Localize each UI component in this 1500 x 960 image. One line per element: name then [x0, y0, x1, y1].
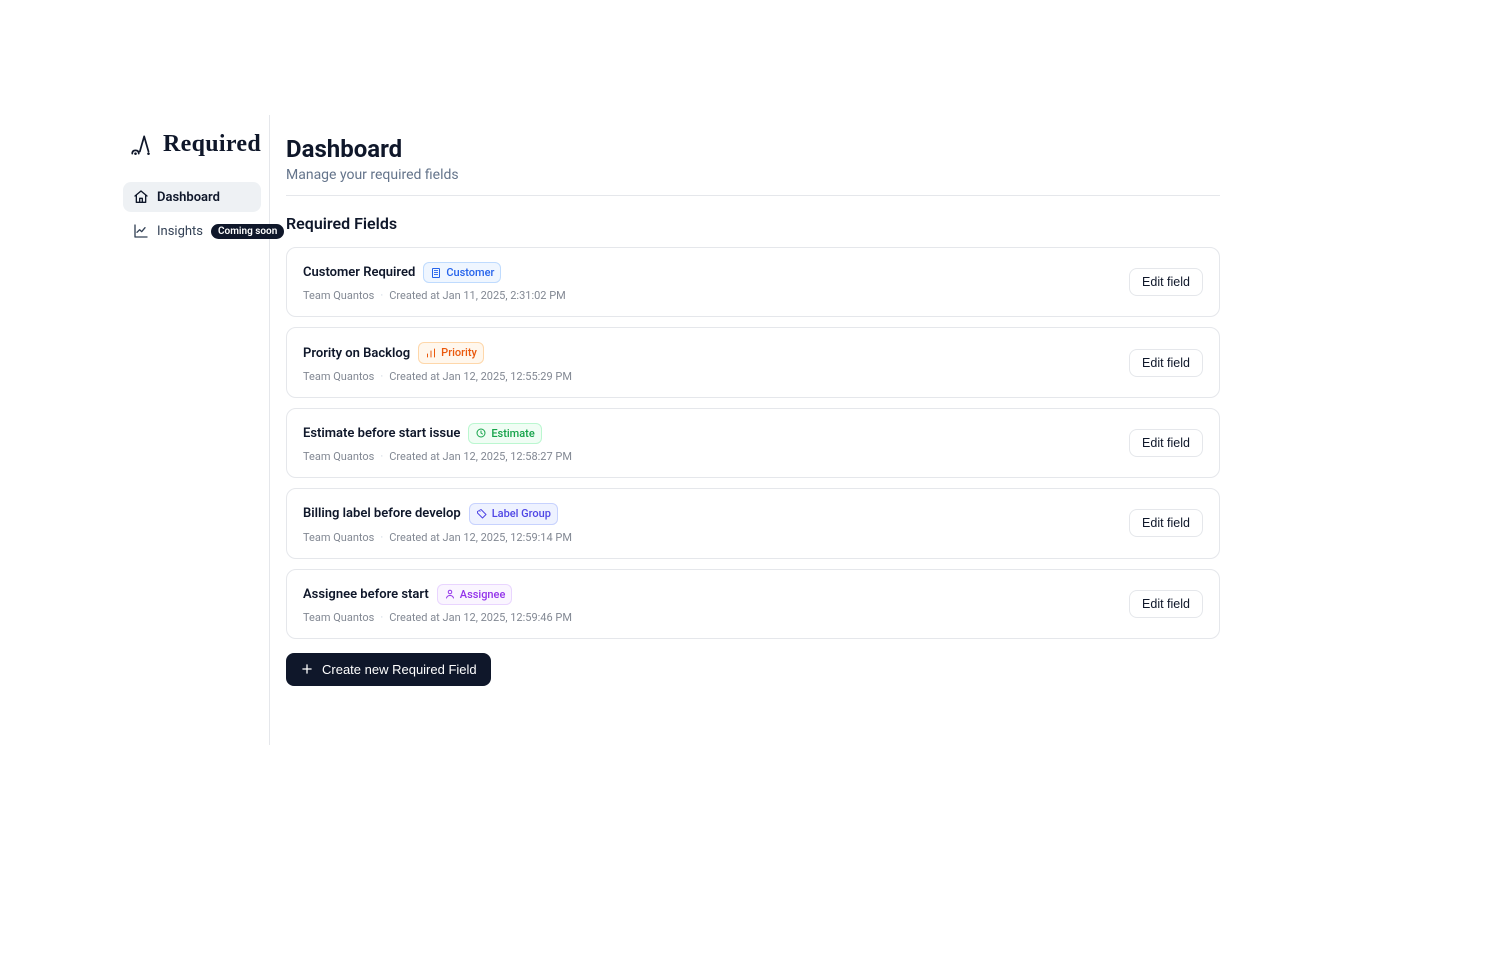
sidebar: Required Dashboard Insights Coming soon: [115, 115, 270, 745]
field-card-header: Assignee before start Assignee: [303, 584, 572, 605]
field-tag-label-group: Label Group: [469, 503, 558, 524]
building-icon: [430, 267, 442, 279]
field-title: Prority on Backlog: [303, 346, 410, 361]
field-card-header: Customer Required Customer: [303, 262, 566, 283]
edit-field-button[interactable]: Edit field: [1129, 429, 1203, 457]
page-header: Dashboard Manage your required fields: [286, 135, 1220, 196]
field-tag-assignee: Assignee: [437, 584, 513, 605]
required-fields-list: Customer Required Customer Team Quantos: [286, 247, 1220, 639]
sidebar-item-label: Dashboard: [157, 190, 251, 205]
field-team: Team Quantos: [303, 450, 374, 463]
field-card-content: Prority on Backlog Priority Team Quantos: [303, 342, 572, 382]
field-meta: Team Quantos · Created at Jan 12, 2025, …: [303, 531, 572, 544]
edit-field-button[interactable]: Edit field: [1129, 349, 1203, 377]
sidebar-item-label: Insights: [157, 224, 203, 239]
create-field-label: Create new Required Field: [322, 662, 477, 677]
page-subtitle: Manage your required fields: [286, 167, 1220, 183]
main: Dashboard Manage your required fields Re…: [270, 115, 1240, 960]
field-card-content: Estimate before start issue Estimate Tea…: [303, 423, 572, 463]
field-title: Billing label before develop: [303, 506, 461, 521]
page-title: Dashboard: [286, 135, 1220, 163]
clock-icon: [475, 427, 487, 439]
meta-separator: ·: [380, 531, 383, 544]
field-card: Billing label before develop Label Group…: [286, 488, 1220, 558]
edit-field-button[interactable]: Edit field: [1129, 509, 1203, 537]
field-card: Assignee before start Assignee Team Quan…: [286, 569, 1220, 639]
sidebar-nav: Dashboard Insights Coming soon: [123, 182, 261, 246]
user-icon: [444, 588, 456, 600]
sidebar-item-insights[interactable]: Insights Coming soon: [123, 216, 261, 246]
field-meta: Team Quantos · Created at Jan 12, 2025, …: [303, 450, 572, 463]
meta-separator: ·: [380, 611, 383, 624]
field-card: Customer Required Customer Team Quantos: [286, 247, 1220, 317]
field-team: Team Quantos: [303, 289, 374, 302]
field-title: Estimate before start issue: [303, 426, 460, 441]
field-tag-priority: Priority: [418, 342, 484, 363]
field-created: Created at Jan 12, 2025, 12:59:14 PM: [389, 531, 572, 544]
field-tag-label: Customer: [446, 265, 494, 280]
meta-separator: ·: [380, 289, 383, 302]
field-card-header: Estimate before start issue Estimate: [303, 423, 572, 444]
field-tag-label: Label Group: [492, 506, 551, 521]
field-tag-label: Priority: [441, 345, 477, 360]
field-team: Team Quantos: [303, 531, 374, 544]
edit-field-button[interactable]: Edit field: [1129, 590, 1203, 618]
field-card-content: Billing label before develop Label Group…: [303, 503, 572, 543]
field-meta: Team Quantos · Created at Jan 12, 2025, …: [303, 370, 572, 383]
field-created: Created at Jan 12, 2025, 12:59:46 PM: [389, 611, 572, 624]
field-tag-estimate: Estimate: [468, 423, 541, 444]
tags-icon: [476, 508, 488, 520]
chart-line-icon: [133, 223, 149, 239]
field-created: Created at Jan 12, 2025, 12:58:27 PM: [389, 450, 572, 463]
field-tag-label: Estimate: [491, 426, 534, 441]
field-team: Team Quantos: [303, 611, 374, 624]
field-card-content: Customer Required Customer Team Quantos: [303, 262, 566, 302]
bars-icon: [425, 347, 437, 359]
field-card: Prority on Backlog Priority Team Quantos: [286, 327, 1220, 397]
field-card-header: Prority on Backlog Priority: [303, 342, 572, 363]
field-tag-customer: Customer: [423, 262, 501, 283]
field-created: Created at Jan 11, 2025, 2:31:02 PM: [389, 289, 566, 302]
meta-separator: ·: [380, 450, 383, 463]
field-card-header: Billing label before develop Label Group: [303, 503, 572, 524]
field-card: Estimate before start issue Estimate Tea…: [286, 408, 1220, 478]
field-meta: Team Quantos · Created at Jan 11, 2025, …: [303, 289, 566, 302]
field-meta: Team Quantos · Created at Jan 12, 2025, …: [303, 611, 572, 624]
home-icon: [133, 189, 149, 205]
field-title: Assignee before start: [303, 587, 429, 602]
sidebar-item-dashboard[interactable]: Dashboard: [123, 182, 261, 212]
brand: Required: [123, 127, 261, 166]
edit-field-button[interactable]: Edit field: [1129, 268, 1203, 296]
brand-name: Required: [163, 131, 261, 158]
brand-logo-icon: [129, 132, 155, 158]
field-title: Customer Required: [303, 265, 415, 280]
field-card-content: Assignee before start Assignee Team Quan…: [303, 584, 572, 624]
field-created: Created at Jan 12, 2025, 12:55:29 PM: [389, 370, 572, 383]
section-title: Required Fields: [286, 214, 1220, 233]
create-field-button[interactable]: Create new Required Field: [286, 653, 491, 686]
field-team: Team Quantos: [303, 370, 374, 383]
meta-separator: ·: [380, 370, 383, 383]
field-tag-label: Assignee: [460, 587, 506, 602]
plus-icon: [300, 662, 314, 676]
